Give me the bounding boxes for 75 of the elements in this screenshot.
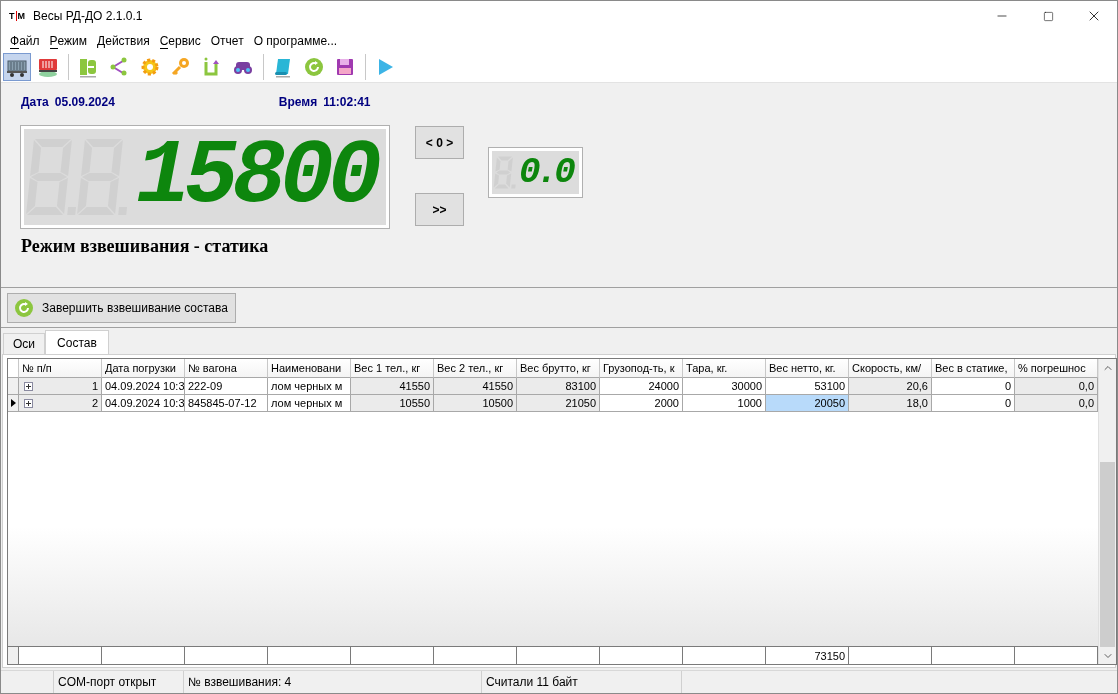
table-cell: 845845-07-12 <box>185 395 268 412</box>
grid-corner <box>8 359 19 378</box>
column-header[interactable]: Скорость, км/ <box>849 359 932 378</box>
table-cell: 30000 <box>683 378 766 395</box>
table-cell: 41550 <box>351 378 434 395</box>
table-cell: 18,0 <box>849 395 932 412</box>
expand-icon[interactable] <box>24 398 33 408</box>
time-label: Время <box>278 95 318 111</box>
current-row-icon <box>10 399 16 407</box>
status-text: № взвешивания: 4 <box>184 671 482 693</box>
menu-item[interactable]: Сервис <box>154 33 206 49</box>
maximize-icon <box>1042 10 1054 22</box>
zero-button[interactable]: < 0 > <box>415 126 464 159</box>
total-cell: 73150 <box>766 646 849 664</box>
table-cell: 24000 <box>600 378 683 395</box>
column-header[interactable]: Вес нетто, кг. <box>766 359 849 378</box>
key-icon <box>170 55 192 78</box>
next-button[interactable]: >> <box>415 193 464 226</box>
table-cell: лом черных м <box>268 395 351 412</box>
toolbar-button[interactable] <box>3 52 31 81</box>
menu-item[interactable]: Файл <box>5 33 45 49</box>
menu-item[interactable]: Режим <box>44 33 93 49</box>
speed-value: 0.0 <box>519 152 574 193</box>
column-header[interactable]: Вес в статике, <box>932 359 1015 378</box>
table-cell: 10500 <box>434 395 517 412</box>
table-cell: 10550 <box>351 395 434 412</box>
column-header[interactable]: Вес 1 тел., кг <box>351 359 434 378</box>
row-number: 1 <box>91 380 98 392</box>
column-header[interactable]: Тара, кг. <box>683 359 766 378</box>
scrollbar-thumb[interactable] <box>1100 462 1115 647</box>
table-cell: лом черных м <box>268 378 351 395</box>
table-cell: 0,0 <box>1015 378 1098 395</box>
table-cell: 0 <box>932 395 1015 412</box>
scrollbar[interactable] <box>1098 359 1116 664</box>
column-header[interactable]: Дата погрузки <box>102 359 185 378</box>
column-header[interactable]: Наименовани <box>268 359 351 378</box>
row-header[interactable] <box>8 395 19 412</box>
column-header[interactable]: Грузопод-ть, к <box>600 359 683 378</box>
mode-title: Режим взвешивания - статика <box>21 236 270 257</box>
row-number: 2 <box>91 397 98 409</box>
column-header[interactable]: % погрешнос <box>1015 359 1098 378</box>
column-header[interactable]: № п/п <box>19 359 102 378</box>
table-cell: 20,6 <box>849 378 932 395</box>
table-cell: 53100 <box>766 378 849 395</box>
app-logo: Т М <box>9 11 25 21</box>
table-cell: 41550 <box>434 378 517 395</box>
column-header[interactable]: Вес брутто, кг <box>517 359 600 378</box>
table-cell: 04.09.2024 10:3 <box>102 395 185 412</box>
table-cell: 83100 <box>517 378 600 395</box>
table-cell: 0 <box>932 378 1015 395</box>
window-title: Весы РД-ДО 2.1.0.1 <box>33 9 144 23</box>
column-header[interactable]: № вагона <box>185 359 268 378</box>
weight-value: 15800 <box>136 131 378 223</box>
time-value: 11:02:41 <box>323 95 371 111</box>
table-cell: 04.09.2024 10:3 <box>102 378 185 395</box>
table-cell: 0,0 <box>1015 395 1098 412</box>
menu-item[interactable]: О программе... <box>248 33 343 49</box>
finish-weighing-button[interactable]: Завершить взвешивание состава <box>7 292 236 323</box>
menu-item[interactable]: Отчет <box>205 33 249 49</box>
table-cell: 1000 <box>683 395 766 412</box>
status-text: COM-порт открыт <box>54 671 184 693</box>
refresh-icon <box>303 55 325 78</box>
table-cell: 21050 <box>517 395 600 412</box>
tab[interactable]: Состав <box>45 330 109 354</box>
menu-item[interactable]: Действия <box>92 33 155 49</box>
date-value: 05.09.2024 <box>54 95 116 111</box>
expand-icon[interactable] <box>24 381 33 391</box>
refresh-icon <box>13 296 35 319</box>
table-cell: 222-09 <box>185 378 268 395</box>
date-label: Дата <box>21 95 49 111</box>
tab[interactable]: Оси <box>3 333 46 354</box>
column-header[interactable]: Вес 2 тел., кг <box>434 359 517 378</box>
table-cell: 2000 <box>600 395 683 412</box>
status-text: Считали 11 байт <box>482 671 682 693</box>
table-cell: 20050 <box>766 395 849 412</box>
